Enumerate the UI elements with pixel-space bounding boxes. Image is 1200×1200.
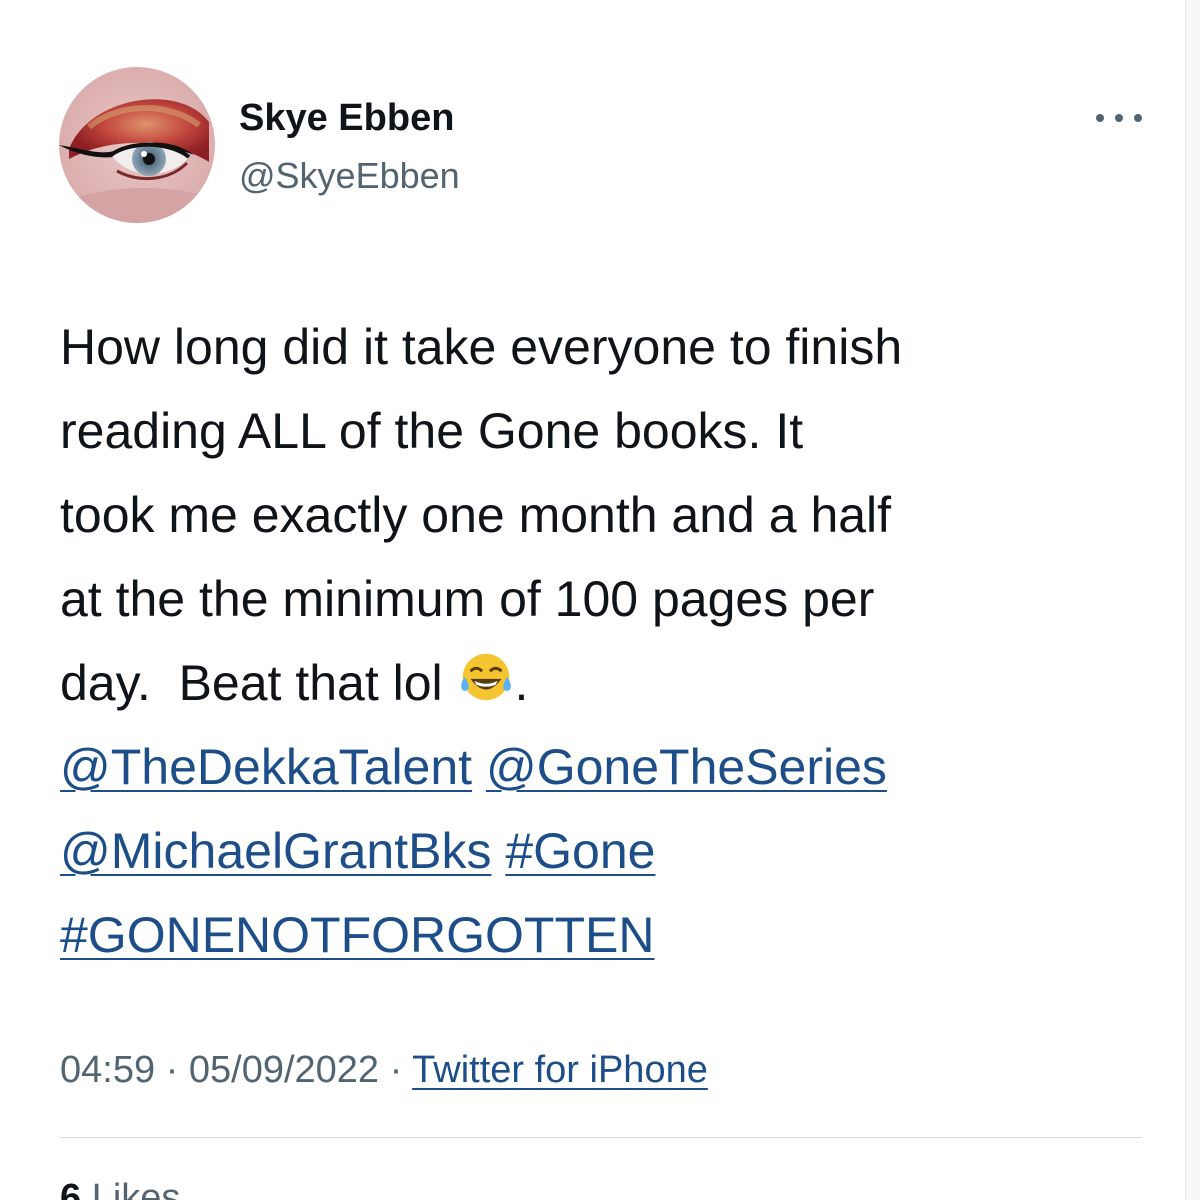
likes-count: 6: [60, 1177, 82, 1200]
meta-separator: ·: [155, 1049, 189, 1091]
mention-link[interactable]: @GoneTheSeries: [486, 739, 887, 795]
tweet-line: reading ALL of the Gone books. It: [60, 403, 804, 459]
mention-link[interactable]: @MichaelGrantBks: [60, 823, 491, 879]
tweet-source-link[interactable]: Twitter for iPhone: [412, 1049, 708, 1091]
tweet-text: How long did it take everyone to finish …: [60, 305, 1170, 977]
laughing-tears-emoji-icon: [460, 653, 511, 701]
likes-stat[interactable]: 6 Likes: [60, 1173, 180, 1200]
hashtag-link[interactable]: #GONENOTFORGOTTEN: [60, 907, 654, 963]
mention-link[interactable]: @TheDekkaTalent: [60, 739, 472, 795]
likes-label: Likes: [81, 1177, 181, 1200]
tweet-line: #GONENOTFORGOTTEN: [60, 893, 1170, 977]
tweet-line: @MichaelGrantBks #Gone: [60, 809, 1170, 893]
tweet-metadata: 04:59 · 05/09/2022 · Twitter for iPhone: [60, 1045, 708, 1095]
more-options-icon[interactable]: [1096, 108, 1142, 128]
tweet-line-text: day. Beat that lol: [60, 655, 457, 711]
scrollbar[interactable]: [1185, 0, 1200, 1200]
eye-makeup-avatar-icon: [59, 67, 215, 223]
tweet-line-text: .: [514, 655, 529, 711]
author-display-name[interactable]: Skye Ebben: [239, 95, 454, 141]
more-dot: [1096, 114, 1104, 122]
tweet-time[interactable]: 04:59: [60, 1049, 155, 1091]
tweet-line: day. Beat that lol .: [60, 641, 1170, 725]
divider: [60, 1137, 1142, 1138]
tweet-page: Skye Ebben @SkyeEbben How long did it ta…: [0, 0, 1200, 1200]
tweet-date[interactable]: 05/09/2022: [189, 1049, 379, 1091]
tweet-line: at the the minimum of 100 pages per: [60, 571, 875, 627]
tweet-line: took me exactly one month and a half: [60, 487, 892, 543]
hashtag-link[interactable]: #Gone: [505, 823, 655, 879]
author-handle[interactable]: @SkyeEbben: [239, 153, 460, 199]
more-dot: [1115, 114, 1123, 122]
tweet-line: @TheDekkaTalent @GoneTheSeries: [60, 725, 1170, 809]
tweet-line: How long did it take everyone to finish: [60, 319, 903, 375]
meta-separator: ·: [379, 1049, 413, 1091]
author-avatar[interactable]: [59, 67, 215, 223]
more-dot: [1134, 114, 1142, 122]
